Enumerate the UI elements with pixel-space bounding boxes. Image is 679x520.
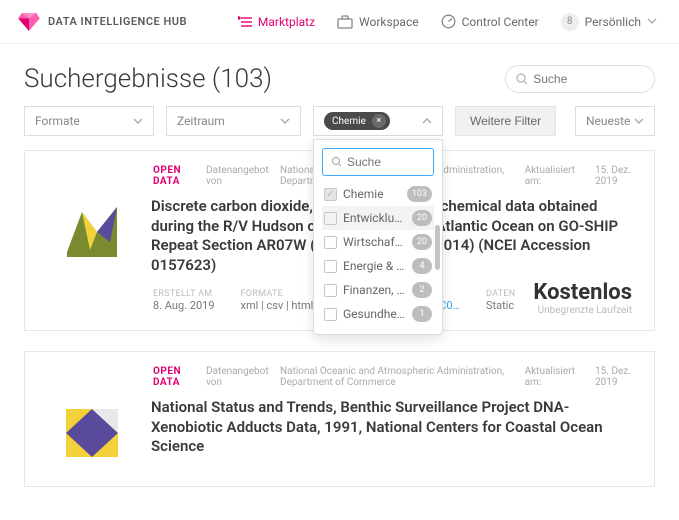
checkbox[interactable] xyxy=(324,308,337,321)
nav-label: Workspace xyxy=(359,15,419,29)
tag-option[interactable]: ✓ Chemie 103 xyxy=(322,182,434,206)
updated-date: 15. Dez. 2019 xyxy=(595,165,636,187)
chevron-down-icon xyxy=(647,18,657,25)
tag-option[interactable]: Entwicklung… 20 xyxy=(322,206,434,230)
diamond-icon xyxy=(18,13,40,31)
profile-badge: 8 xyxy=(561,13,579,31)
nav-profile[interactable]: 8 Persönlich xyxy=(555,9,663,35)
nav-label: Control Center xyxy=(462,15,539,29)
meta-key: Datenangebot von xyxy=(206,165,266,187)
meta-key: DATEN xyxy=(486,289,516,299)
dataset-thumbnail xyxy=(57,197,127,267)
dropdown-label: Formate xyxy=(35,114,80,128)
result-card[interactable]: OPEN DATA Datenangebot von National Oceani… xyxy=(24,351,655,487)
option-label: Wirtschaft, P… xyxy=(343,235,406,249)
sort-dropdown[interactable]: Neueste xyxy=(575,106,655,136)
meta-key: ERSTELLT AM xyxy=(153,289,215,299)
page-title: Suchergebnisse (103) xyxy=(24,64,272,94)
result-title[interactable]: National Status and Trends, Benthic Surv… xyxy=(151,398,636,457)
price: Kostenlos xyxy=(533,280,632,305)
option-count: 20 xyxy=(412,234,432,250)
chevron-up-icon xyxy=(422,118,432,125)
list-icon xyxy=(238,16,252,28)
tag-option[interactable]: Wirtschaft, P… 20 xyxy=(322,230,434,254)
tag-option[interactable]: Gesundheit & … 1 xyxy=(322,302,434,326)
meta-val: Static xyxy=(486,299,516,312)
checkbox[interactable]: ✓ xyxy=(324,188,337,201)
nav-label: Persönlich xyxy=(585,15,641,29)
filter-format[interactable]: Formate xyxy=(24,106,154,136)
chevron-down-icon xyxy=(634,118,644,125)
nav-label: Marktplatz xyxy=(258,15,315,29)
search-icon xyxy=(331,156,341,168)
brand: DATA INTELLIGENCE HUB xyxy=(18,13,187,31)
scrollbar-thumb[interactable] xyxy=(435,225,440,270)
search-input[interactable] xyxy=(533,72,644,86)
panel-search[interactable] xyxy=(322,148,434,176)
meta-val: xml | csv | html xyxy=(241,299,314,312)
option-count: 20 xyxy=(412,210,432,226)
tag-option[interactable]: Energie & Ro… 4 xyxy=(322,254,434,278)
gauge-icon xyxy=(441,14,456,29)
dropdown-label: Neueste xyxy=(586,114,630,128)
checkbox[interactable] xyxy=(324,212,337,225)
nav-workspace[interactable]: Workspace xyxy=(331,11,425,33)
option-count: 4 xyxy=(412,258,432,274)
nav-control-center[interactable]: Control Center xyxy=(435,10,545,33)
provider-name: National Oceanic and Atmospheric Adminis… xyxy=(280,366,511,388)
brand-text: DATA INTELLIGENCE HUB xyxy=(48,15,187,28)
panel-search-input[interactable] xyxy=(347,155,425,169)
close-icon[interactable]: × xyxy=(372,114,386,128)
app-header: DATA INTELLIGENCE HUB Marktplatz Workspa… xyxy=(0,0,679,44)
option-count: 1 xyxy=(412,306,432,322)
checkbox[interactable] xyxy=(324,260,337,273)
meta-val: 8. Aug. 2019 xyxy=(153,299,215,312)
search-icon xyxy=(516,73,527,86)
option-count: 103 xyxy=(407,186,432,202)
meta-key: Datenangebot von xyxy=(206,366,266,388)
dropdown-label: Zeitraum xyxy=(177,114,225,128)
filter-tags[interactable]: Chemie × ✓Chemie103Entwicklung…20Wirtsch… xyxy=(313,106,443,136)
option-label: Gesundheit & … xyxy=(343,307,406,321)
tags-dropdown-panel: ✓ Chemie 103Entwicklung… 20 Wirtschaft, P… 20… xyxy=(313,139,443,335)
meta-key: Aktualisiert am: xyxy=(525,165,575,187)
meta-key: FORMATE xyxy=(241,289,314,299)
updated-date: 15. Dez. 2019 xyxy=(595,366,636,388)
option-label: Energie & Ro… xyxy=(343,259,406,273)
briefcase-icon xyxy=(337,15,353,29)
price-sub: Unbegrenzte Laufzeit xyxy=(533,305,632,316)
chevron-down-icon xyxy=(280,118,290,125)
dataset-thumbnail xyxy=(57,398,127,468)
filter-period[interactable]: Zeitraum xyxy=(166,106,301,136)
option-count: 2 xyxy=(412,282,432,298)
chip-label: Chemie xyxy=(332,116,366,127)
option-label: Finanzen, Ver… xyxy=(343,283,406,297)
option-label: Chemie xyxy=(343,187,401,201)
more-filters-button[interactable]: Weitere Filter xyxy=(455,106,556,136)
active-tag-chip[interactable]: Chemie × xyxy=(324,112,390,130)
checkbox[interactable] xyxy=(324,284,337,297)
open-data-badge: OPEN DATA xyxy=(153,366,192,388)
option-label: Entwicklung… xyxy=(343,211,406,225)
chevron-down-icon xyxy=(133,118,143,125)
tag-option[interactable]: Finanzen, Ver… 2 xyxy=(322,278,434,302)
nav-marketplace[interactable]: Marktplatz xyxy=(232,11,321,33)
checkbox[interactable] xyxy=(324,236,337,249)
global-search[interactable] xyxy=(505,65,655,93)
meta-key: Aktualisiert am: xyxy=(525,366,575,388)
open-data-badge: OPEN DATA xyxy=(153,165,192,187)
